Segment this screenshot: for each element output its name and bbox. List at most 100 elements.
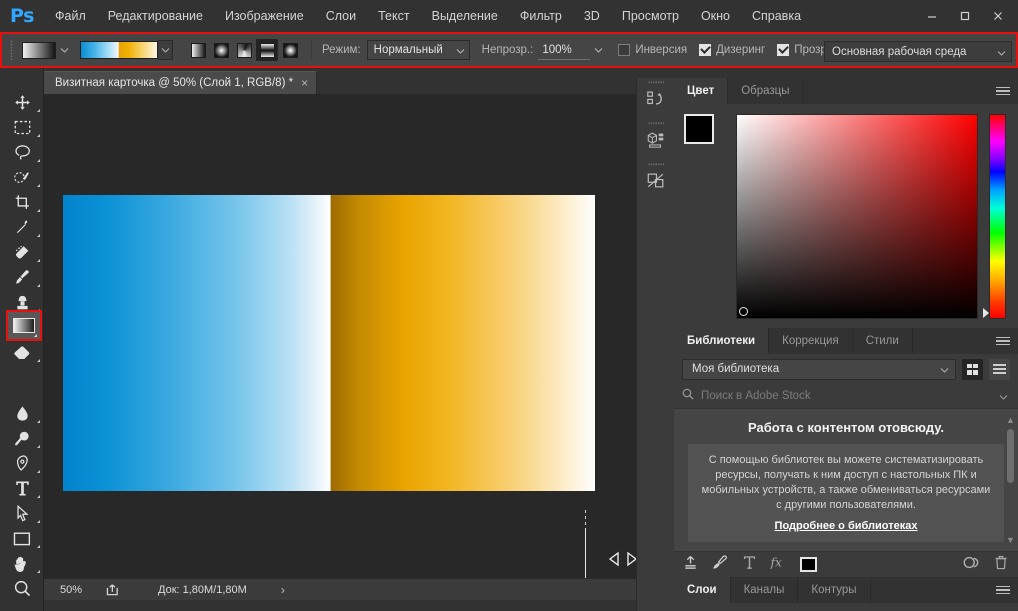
list-view-button[interactable] — [989, 358, 1010, 380]
gradient-tool[interactable] — [8, 312, 40, 339]
tab-swatches[interactable]: Образцы — [728, 78, 804, 104]
reverse-checkbox-group[interactable]: Инверсия — [618, 44, 687, 56]
color-field[interactable] — [736, 114, 978, 319]
upload-icon[interactable] — [683, 555, 698, 575]
add-layer-style-icon[interactable]: fx — [770, 555, 786, 575]
chevron-right-icon[interactable]: › — [281, 583, 285, 597]
libraries-panel-menu-button[interactable] — [996, 328, 1010, 354]
document-tab[interactable]: Визитная карточка @ 50% (Слой 1, RGB/8) … — [44, 71, 318, 94]
share-icon[interactable] — [106, 583, 120, 596]
close-icon[interactable] — [981, 3, 1014, 29]
chevron-down-icon[interactable] — [590, 40, 606, 60]
gradient-preset-picker[interactable] — [22, 41, 72, 59]
history-panel-icon[interactable] — [637, 78, 675, 119]
adobe-stock-search[interactable]: Поиск в Adobe Stock — [674, 384, 1018, 409]
chevron-down-icon[interactable] — [158, 40, 173, 60]
add-color-swatch-icon[interactable] — [800, 557, 817, 572]
chevron-down-icon[interactable] — [999, 387, 1008, 405]
type-tool[interactable] — [0, 476, 44, 501]
foreground-color-swatch[interactable] — [684, 114, 714, 144]
library-select[interactable]: Моя библиотека — [682, 358, 956, 380]
menu-image[interactable]: Изображение — [214, 0, 315, 32]
add-graphic-icon[interactable] — [712, 554, 729, 575]
gradient-preset-swatch[interactable] — [22, 41, 56, 59]
menu-text[interactable]: Текст — [367, 0, 420, 32]
brush-tool[interactable] — [0, 265, 44, 290]
color-panel-tabs: Цвет Образцы — [674, 78, 1018, 104]
options-bar-grip[interactable] — [6, 34, 16, 66]
dodge-tool[interactable] — [0, 426, 44, 451]
chevron-down-icon[interactable] — [56, 42, 72, 59]
tab-adjustments[interactable]: Коррекция — [769, 328, 853, 354]
gradient-preview-bar[interactable] — [80, 41, 158, 59]
reverse-checkbox[interactable] — [618, 44, 631, 56]
grid-view-button[interactable] — [962, 358, 983, 380]
eraser-tool[interactable] — [0, 340, 44, 365]
promo-link[interactable]: Подробнее о библиотеках — [775, 520, 918, 532]
tab-libraries[interactable]: Библиотеки — [674, 328, 770, 354]
close-icon[interactable]: × — [301, 77, 308, 89]
dither-checkbox[interactable] — [699, 44, 712, 56]
3d-panel-icon[interactable] — [637, 119, 675, 160]
workspace-select[interactable]: Основная рабочая среда — [824, 41, 1012, 62]
tab-paths[interactable]: Контуры — [798, 577, 871, 603]
dither-checkbox-group[interactable]: Дизеринг — [699, 44, 765, 56]
path-selection-tool[interactable] — [0, 501, 44, 526]
tab-layers[interactable]: Слои — [674, 577, 731, 603]
artboard-image[interactable] — [63, 195, 595, 491]
status-bar: 50% Док: 1,80M/1,80M › — [44, 578, 636, 600]
hand-tool[interactable] — [0, 551, 44, 576]
color-panel: Цвет Образцы — [674, 78, 1018, 328]
libraries-scrollbar[interactable]: ▲ ▼ — [1006, 415, 1015, 545]
gradient-type-linear-button[interactable] — [187, 39, 209, 61]
menu-file[interactable]: Файл — [44, 0, 97, 32]
gradient-type-diamond-button[interactable] — [279, 39, 301, 61]
tab-channels[interactable]: Каналы — [731, 577, 799, 603]
scrollbar-thumb[interactable] — [1007, 429, 1014, 483]
menu-window[interactable]: Окно — [690, 0, 741, 32]
menu-layers[interactable]: Слои — [315, 0, 367, 32]
menu-edit[interactable]: Редактирование — [97, 0, 214, 32]
crop-tool[interactable] — [0, 190, 44, 215]
menu-select[interactable]: Выделение — [421, 0, 509, 32]
gradient-type-radial-button[interactable] — [210, 39, 232, 61]
chevron-up-icon[interactable]: ▲ — [1006, 415, 1015, 425]
lasso-tool[interactable] — [0, 140, 44, 165]
minimize-icon[interactable] — [915, 3, 948, 29]
canvas-area[interactable] — [44, 94, 638, 578]
maximize-icon[interactable] — [948, 3, 981, 29]
tab-color[interactable]: Цвет — [674, 78, 729, 104]
rectangle-tool[interactable] — [0, 526, 44, 551]
zoom-tool[interactable] — [0, 576, 44, 601]
pen-tool[interactable] — [0, 451, 44, 476]
gradient-editor-picker[interactable] — [80, 40, 173, 60]
eyedropper-tool[interactable] — [0, 215, 44, 240]
chevron-down-icon[interactable]: ▼ — [1006, 535, 1015, 545]
opacity-input[interactable]: 100% — [538, 40, 591, 60]
gradient-type-angle-button[interactable] — [233, 39, 255, 61]
color-panel-menu-button[interactable] — [996, 78, 1010, 104]
tab-styles[interactable]: Стили — [853, 328, 913, 354]
properties-panel-icon[interactable] — [637, 160, 675, 201]
search-input[interactable]: Поиск в Adobe Stock — [701, 390, 811, 402]
gradient-type-reflected-button[interactable] — [256, 39, 278, 61]
search-icon — [682, 387, 694, 405]
blur-tool[interactable] — [0, 401, 44, 426]
right-dock: Цвет Образцы Библиотеки Коррекция Стили … — [674, 78, 1018, 611]
zoom-level[interactable]: 50% — [60, 584, 102, 596]
blend-mode-select[interactable]: Нормальный — [366, 40, 470, 60]
add-text-style-icon[interactable] — [743, 555, 756, 575]
menu-3d[interactable]: 3D — [573, 0, 611, 32]
rectangular-marquee-tool[interactable] — [0, 115, 44, 140]
spot-healing-brush-tool[interactable] — [0, 240, 44, 265]
menu-filter[interactable]: Фильтр — [509, 0, 573, 32]
transparency-checkbox[interactable] — [777, 44, 790, 56]
hue-slider[interactable] — [983, 114, 1006, 319]
quick-selection-tool[interactable] — [0, 165, 44, 190]
creative-cloud-icon[interactable] — [963, 555, 980, 575]
menu-view[interactable]: Просмотр — [611, 0, 690, 32]
menu-help[interactable]: Справка — [741, 0, 812, 32]
layers-panel-menu-button[interactable] — [996, 577, 1010, 603]
delete-icon[interactable] — [994, 555, 1008, 575]
move-tool[interactable] — [0, 90, 44, 115]
